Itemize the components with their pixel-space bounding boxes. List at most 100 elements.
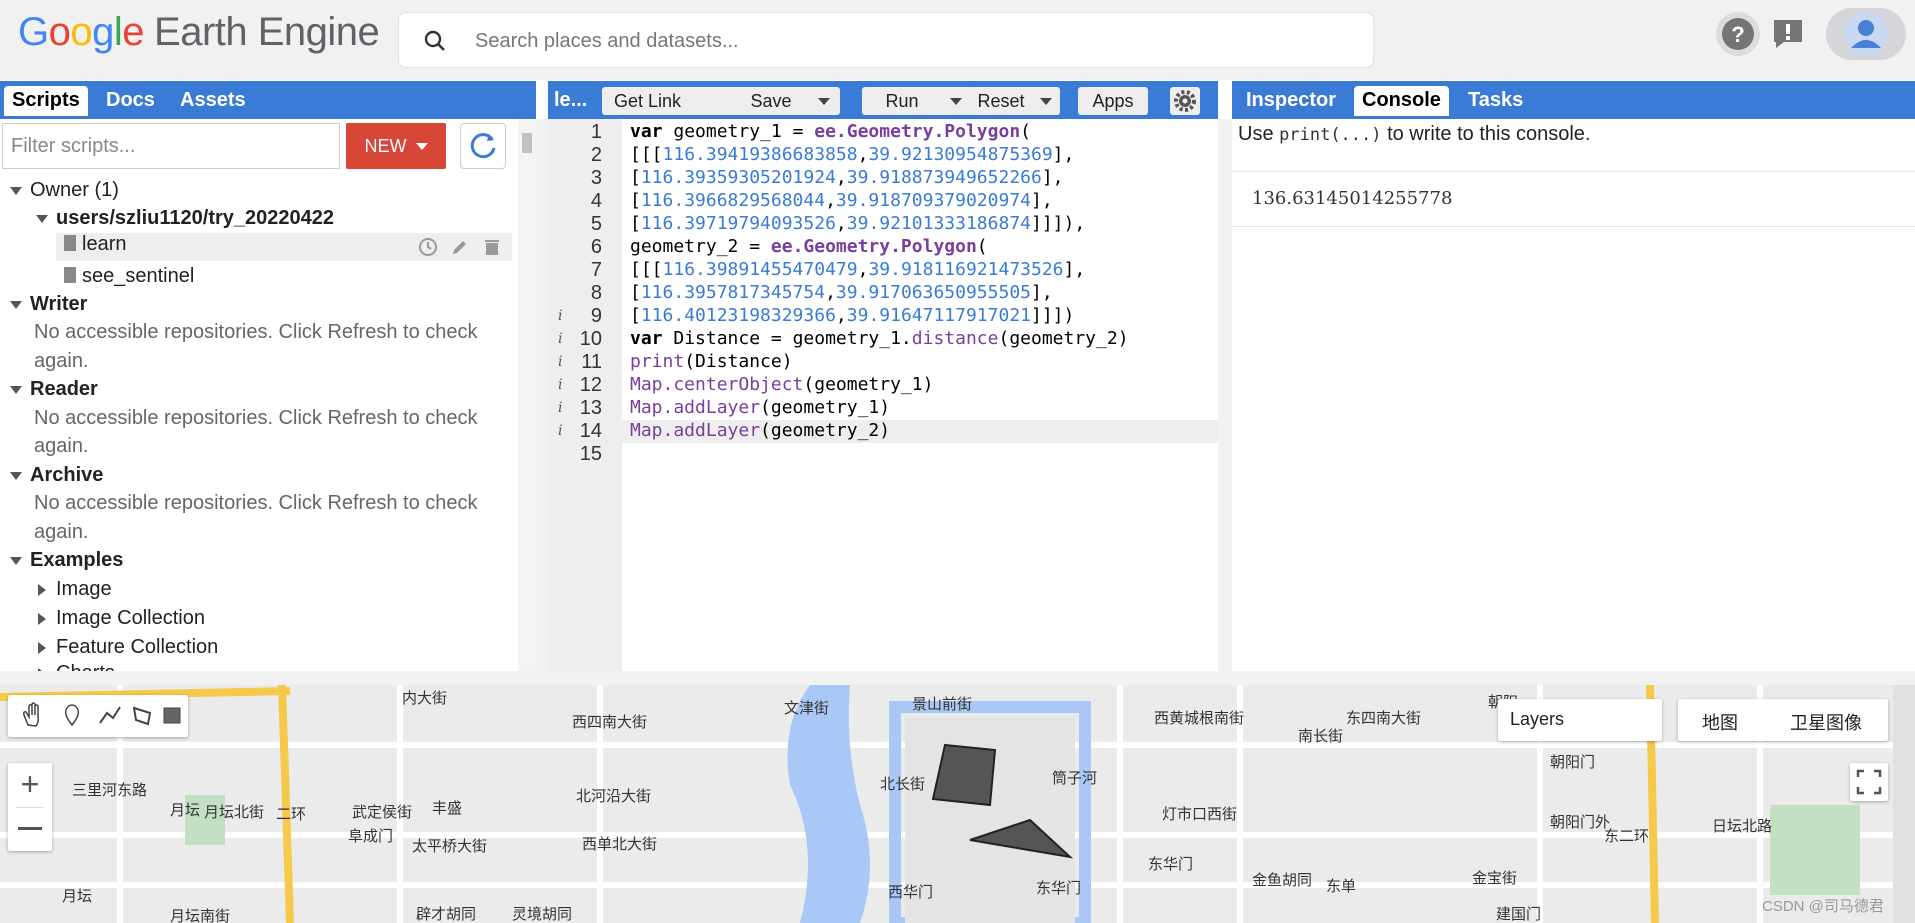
fullscreen-button[interactable]	[1850, 763, 1888, 801]
line-number: 2	[590, 144, 602, 166]
panel-splitter[interactable]	[1218, 119, 1232, 671]
editor-toolbar: le... Get Link Save Run Reset Apps	[548, 81, 1218, 119]
map-label: 月坛	[62, 888, 93, 905]
tree-archive[interactable]: Archive	[10, 464, 103, 487]
info-icon[interactable]: i	[558, 331, 562, 347]
example-feature-collection[interactable]: Feature Collection	[38, 636, 218, 659]
tab-assets[interactable]: Assets	[172, 86, 254, 116]
map-splitter[interactable]	[0, 671, 1915, 685]
info-icon[interactable]: i	[558, 400, 562, 416]
zoom-in-button[interactable]: +	[8, 763, 52, 807]
code-line[interactable]: var Distance = geometry_1.distance(geome…	[630, 328, 1129, 349]
code-line[interactable]: Map.addLayer(geometry_2)	[630, 420, 890, 441]
caret-down-icon	[818, 98, 830, 105]
settings-button[interactable]	[1170, 87, 1200, 115]
zoom-controls: +	[8, 763, 52, 851]
chevron-down-icon	[10, 471, 22, 480]
panel-splitter[interactable]	[536, 119, 548, 671]
filter-scripts-input[interactable]	[2, 123, 340, 169]
map-label: 月坛	[170, 802, 201, 819]
tab-scripts[interactable]: Scripts	[4, 86, 88, 116]
code-line[interactable]: Map.addLayer(geometry_1)	[630, 397, 890, 418]
tree-examples[interactable]: Examples	[10, 549, 123, 572]
code-line[interactable]: Map.centerObject(geometry_1)	[630, 374, 933, 395]
example-image[interactable]: Image	[38, 578, 112, 601]
help-icon[interactable]: ?	[1716, 12, 1760, 56]
map-label: 东华门	[1148, 856, 1194, 873]
layers-control[interactable]: Layers	[1498, 699, 1662, 741]
delete-icon[interactable]	[482, 237, 502, 257]
code-line[interactable]: [116.3966829568044,39.918709379020974],	[630, 190, 1053, 211]
rectangle-icon[interactable]	[163, 707, 181, 724]
code-line[interactable]: [116.39359305201924,39.918873949652266],	[630, 167, 1064, 188]
new-script-button[interactable]: NEW	[346, 123, 446, 169]
line-number: 1	[590, 121, 602, 143]
zoom-out-button[interactable]	[18, 827, 42, 830]
map-label: 三里河东路	[72, 782, 148, 799]
code-line[interactable]: [[[116.39891455470479,39.918116921473526…	[630, 259, 1085, 280]
info-icon[interactable]: i	[558, 308, 562, 324]
line-icon[interactable]	[99, 706, 121, 724]
caret-down-icon	[1040, 98, 1052, 105]
map-type-map-button[interactable]: 地图	[1702, 709, 1738, 735]
tab-tasks[interactable]: Tasks	[1460, 86, 1531, 116]
chevron-down-icon	[36, 214, 48, 223]
history-icon[interactable]	[418, 237, 438, 257]
tab-console[interactable]: Console	[1354, 86, 1449, 116]
tab-inspector[interactable]: Inspector	[1238, 86, 1344, 116]
line-number: 8	[590, 282, 602, 304]
console-output-row[interactable]: 136.63145014255778	[1232, 171, 1915, 227]
save-button[interactable]: Save	[734, 87, 840, 115]
edit-icon[interactable]	[450, 237, 470, 257]
info-icon[interactable]: i	[558, 354, 562, 370]
script-name[interactable]: le...	[554, 89, 587, 112]
file-icon	[64, 235, 76, 251]
tree-owner[interactable]: Owner (1)	[10, 179, 119, 202]
refresh-button[interactable]	[460, 123, 506, 169]
map-label: 东华门	[1036, 880, 1082, 897]
run-button[interactable]: Run	[862, 87, 972, 115]
apps-button[interactable]: Apps	[1078, 87, 1148, 115]
map-label: 朝阳门	[1550, 754, 1596, 771]
code-line[interactable]: [116.40123198329366,39.91647117917021]]]…	[630, 305, 1074, 326]
map-label: 内大街	[402, 690, 448, 707]
gear-icon	[1174, 90, 1196, 112]
code-line[interactable]: [116.39719794093526,39.92101333186874]]]…	[630, 213, 1085, 234]
chevron-down-icon	[10, 300, 22, 309]
example-charts[interactable]: Charts	[38, 662, 115, 671]
tree-reader[interactable]: Reader	[10, 378, 98, 401]
drawing-toolbar	[8, 695, 188, 737]
map-view[interactable]: 文津街景山前街朝阳西四南大街西黄城根南街北长街筒子河灯市口西街东四南大街月坛北街…	[0, 685, 1915, 923]
map-label: 日坛北路	[1712, 818, 1773, 835]
search-box[interactable]	[398, 12, 1374, 68]
code-line[interactable]: [[[116.39419386683858,39.92130954875369]…	[630, 144, 1074, 165]
code-editor[interactable]: 1 2 3 4 5 6 7 8 9 i 10 i 11 i 12 i 13 i 14 i 15 var geometry…	[548, 119, 1218, 671]
code-line[interactable]: var geometry_1 = ee.Geometry.Polygon(	[630, 121, 1031, 142]
map-label: 文津街	[784, 700, 830, 717]
reset-button[interactable]: Reset	[968, 87, 1060, 115]
caret-down-icon	[415, 143, 428, 151]
tree-repo[interactable]: users/szliu1120/try_20220422	[36, 207, 334, 230]
script-row-see-sentinel[interactable]: see_sentinel	[64, 265, 194, 288]
line-number: 4	[590, 190, 602, 212]
info-icon[interactable]: i	[558, 377, 562, 393]
account-button[interactable]	[1826, 8, 1906, 60]
search-icon	[424, 30, 445, 51]
polygon-icon[interactable]	[132, 706, 152, 726]
code-line[interactable]: [116.3957817345754,39.917063650955505],	[630, 282, 1053, 303]
tree-writer[interactable]: Writer	[10, 293, 87, 316]
example-image-collection[interactable]: Image Collection	[38, 607, 205, 630]
map-type-satellite-button[interactable]: 卫星图像	[1790, 709, 1862, 735]
point-icon[interactable]	[64, 704, 80, 727]
search-input[interactable]	[475, 23, 1335, 59]
earth-engine-logo[interactable]: Google Earth Engine	[18, 10, 380, 55]
scripts-scrollbar[interactable]	[518, 119, 536, 671]
tab-docs[interactable]: Docs	[98, 86, 163, 116]
feedback-icon[interactable]	[1766, 12, 1810, 56]
chevron-down-icon	[10, 385, 22, 394]
code-line[interactable]: print(Distance)	[630, 351, 793, 372]
hand-icon[interactable]	[23, 702, 39, 727]
info-icon[interactable]: i	[558, 423, 562, 439]
code-line[interactable]: geometry_2 = ee.Geometry.Polygon(	[630, 236, 988, 257]
script-row-learn[interactable]: learn	[56, 233, 512, 261]
